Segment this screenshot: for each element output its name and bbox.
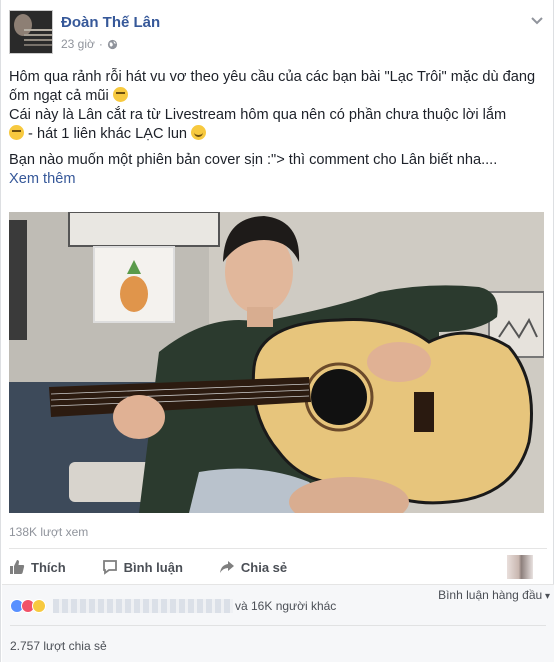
post-meta: 23 giờ ·: [61, 37, 118, 51]
view-count: 138K lượt xem: [9, 525, 89, 539]
blurred-names: [53, 599, 233, 613]
viewer-avatar[interactable]: [507, 555, 533, 579]
thumbs-up-icon: [10, 560, 25, 574]
reaction-others[interactable]: và 16K người khác: [235, 599, 336, 613]
divider: [9, 548, 547, 549]
smiling-emoji-icon: [191, 125, 207, 140]
like-button[interactable]: Thích: [9, 559, 66, 575]
video-frame: [9, 212, 544, 513]
share-arrow-icon: [219, 561, 234, 573]
comment-icon: [102, 560, 117, 575]
video-player[interactable]: [9, 212, 544, 513]
share-count[interactable]: 2.757 lượt chia sẻ: [10, 639, 107, 653]
author-avatar[interactable]: [9, 10, 53, 54]
author-name[interactable]: Đoàn Thế Lân: [61, 14, 160, 31]
globe-icon[interactable]: [107, 39, 118, 50]
haha-reaction-icon: [32, 599, 46, 613]
reactions-bar: và 16K người khác Bình luận hàng đầu 2.7…: [2, 584, 554, 662]
share-button[interactable]: Chia sẻ: [219, 559, 287, 575]
post-time[interactable]: 23 giờ: [61, 37, 95, 51]
post-text-paragraph-2: Bạn nào muốn một phiên bản cover sịn :">…: [9, 152, 498, 187]
meta-dot: ·: [98, 37, 103, 51]
top-comments-dropdown[interactable]: Bình luận hàng đầu: [438, 588, 550, 602]
chevron-down-icon[interactable]: [529, 12, 545, 28]
post-header: Đoàn Thế Lân 23 giờ ·: [9, 8, 547, 54]
post-text-paragraph-1: Hôm qua rảnh rỗi hát vu vơ theo yêu cầu …: [9, 69, 536, 142]
post-actions: Thích Bình luận Chia sẻ: [9, 553, 547, 581]
post-text: Hôm qua rảnh rỗi hát vu vơ theo yêu cầu …: [9, 68, 549, 192]
see-more-link[interactable]: Xem thêm: [9, 171, 76, 187]
facebook-post: Đoàn Thế Lân 23 giờ · Hôm qua rảnh rỗi h…: [0, 0, 554, 662]
comment-button[interactable]: Bình luận: [102, 559, 183, 575]
crying-emoji-icon: [9, 125, 24, 140]
crying-emoji-icon: [112, 87, 128, 102]
divider: [10, 625, 546, 626]
